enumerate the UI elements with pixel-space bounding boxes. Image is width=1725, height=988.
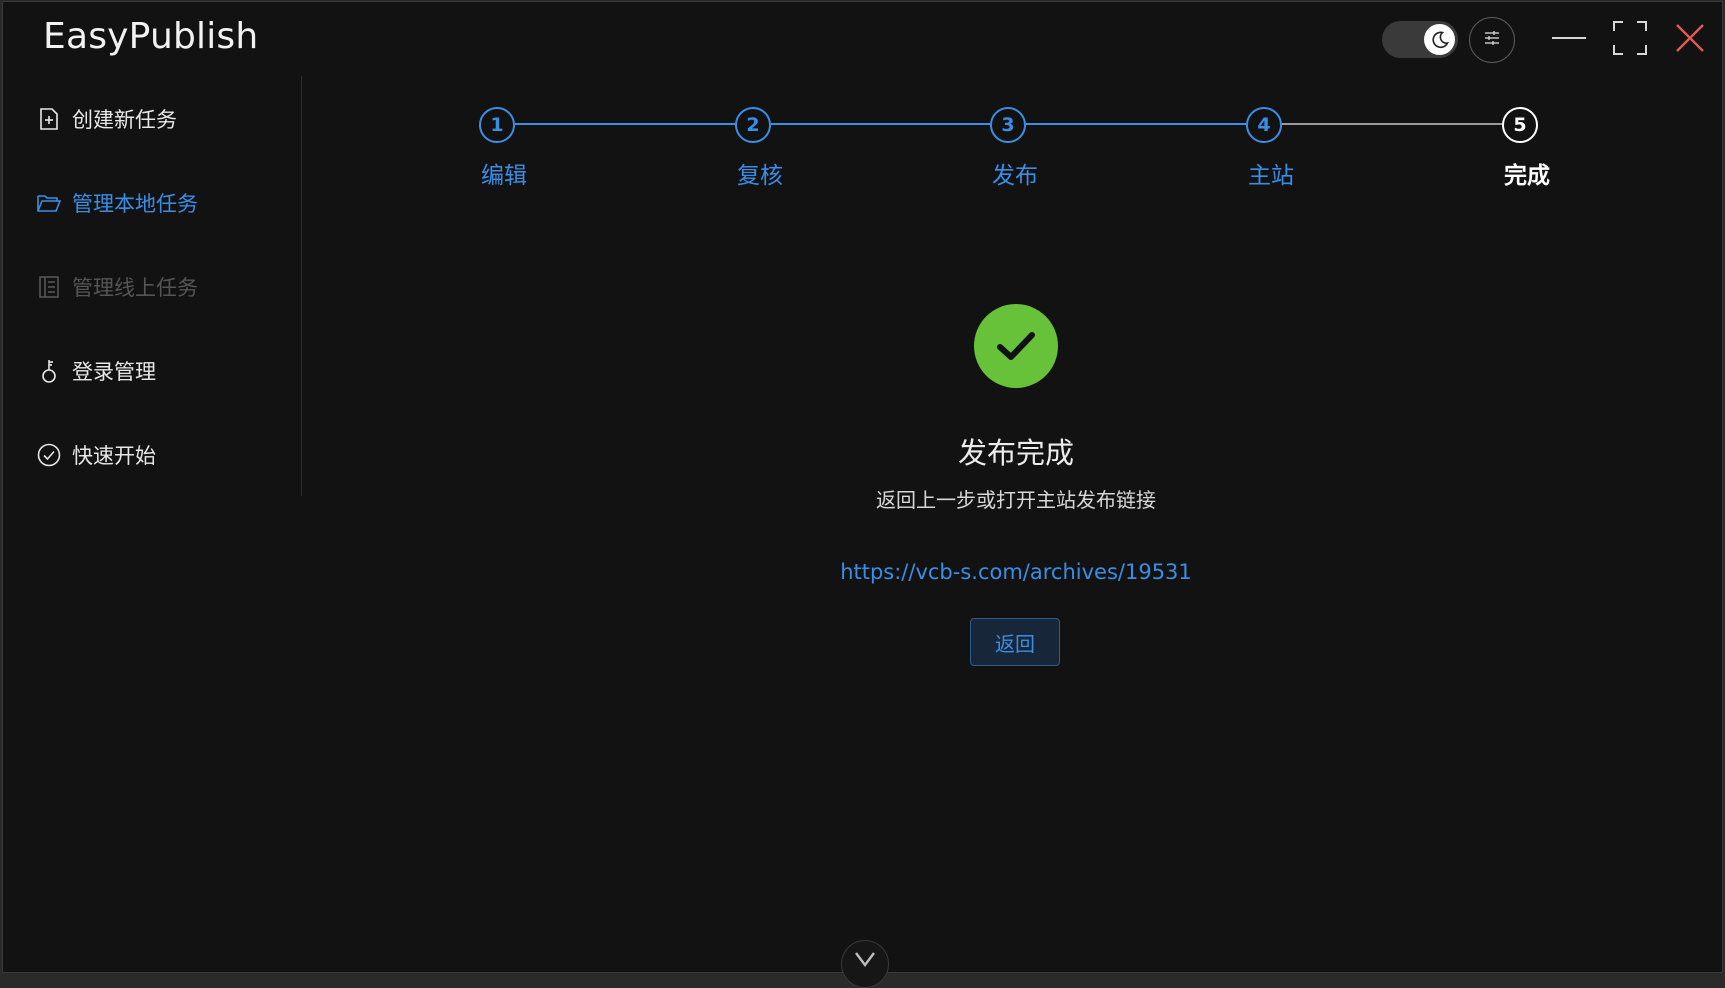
- step-1-number: 1: [479, 107, 515, 143]
- step-3-label: 发布: [992, 163, 1038, 189]
- key-icon: [37, 359, 61, 383]
- app-window: EasyPublish 创建新任务 管理本地任务 管理线上任务 登录管理 快速开…: [2, 1, 1725, 988]
- step-connector: [1282, 123, 1502, 125]
- success-check-icon: [974, 304, 1058, 388]
- back-button[interactable]: 返回: [970, 618, 1060, 666]
- sidebar-item-online-tasks: 管理线上任务: [37, 270, 198, 304]
- step-2-number: 2: [735, 107, 771, 143]
- step-connector: [771, 123, 991, 125]
- sidebar-item-login[interactable]: 登录管理: [37, 354, 156, 388]
- step-5-number: 5: [1502, 107, 1538, 143]
- result-title: 发布完成: [957, 436, 1074, 470]
- step-5-label: 完成: [1504, 163, 1550, 189]
- scroll-down-button[interactable]: [841, 940, 889, 988]
- publish-link[interactable]: https://vcb-s.com/archives/19531: [3, 560, 1725, 584]
- step-4-number: 4: [1246, 107, 1282, 143]
- step-4-label: 主站: [1248, 163, 1294, 189]
- steps-progress: 1 2 3 4 5 编辑 复核 发布 主站 完成: [3, 2, 1724, 202]
- step-3-number: 3: [990, 107, 1026, 143]
- chevron-down-icon: [854, 951, 876, 971]
- step-connector: [515, 123, 735, 125]
- sidebar-item-label: 登录管理: [72, 360, 156, 384]
- step-1-label: 编辑: [481, 163, 527, 189]
- step-2-label: 复核: [737, 163, 783, 189]
- result-subtitle: 返回上一步或打开主站发布链接: [876, 488, 1156, 512]
- notebook-icon: [37, 275, 61, 299]
- step-connector: [1026, 123, 1246, 125]
- sidebar-item-label: 管理线上任务: [72, 276, 198, 300]
